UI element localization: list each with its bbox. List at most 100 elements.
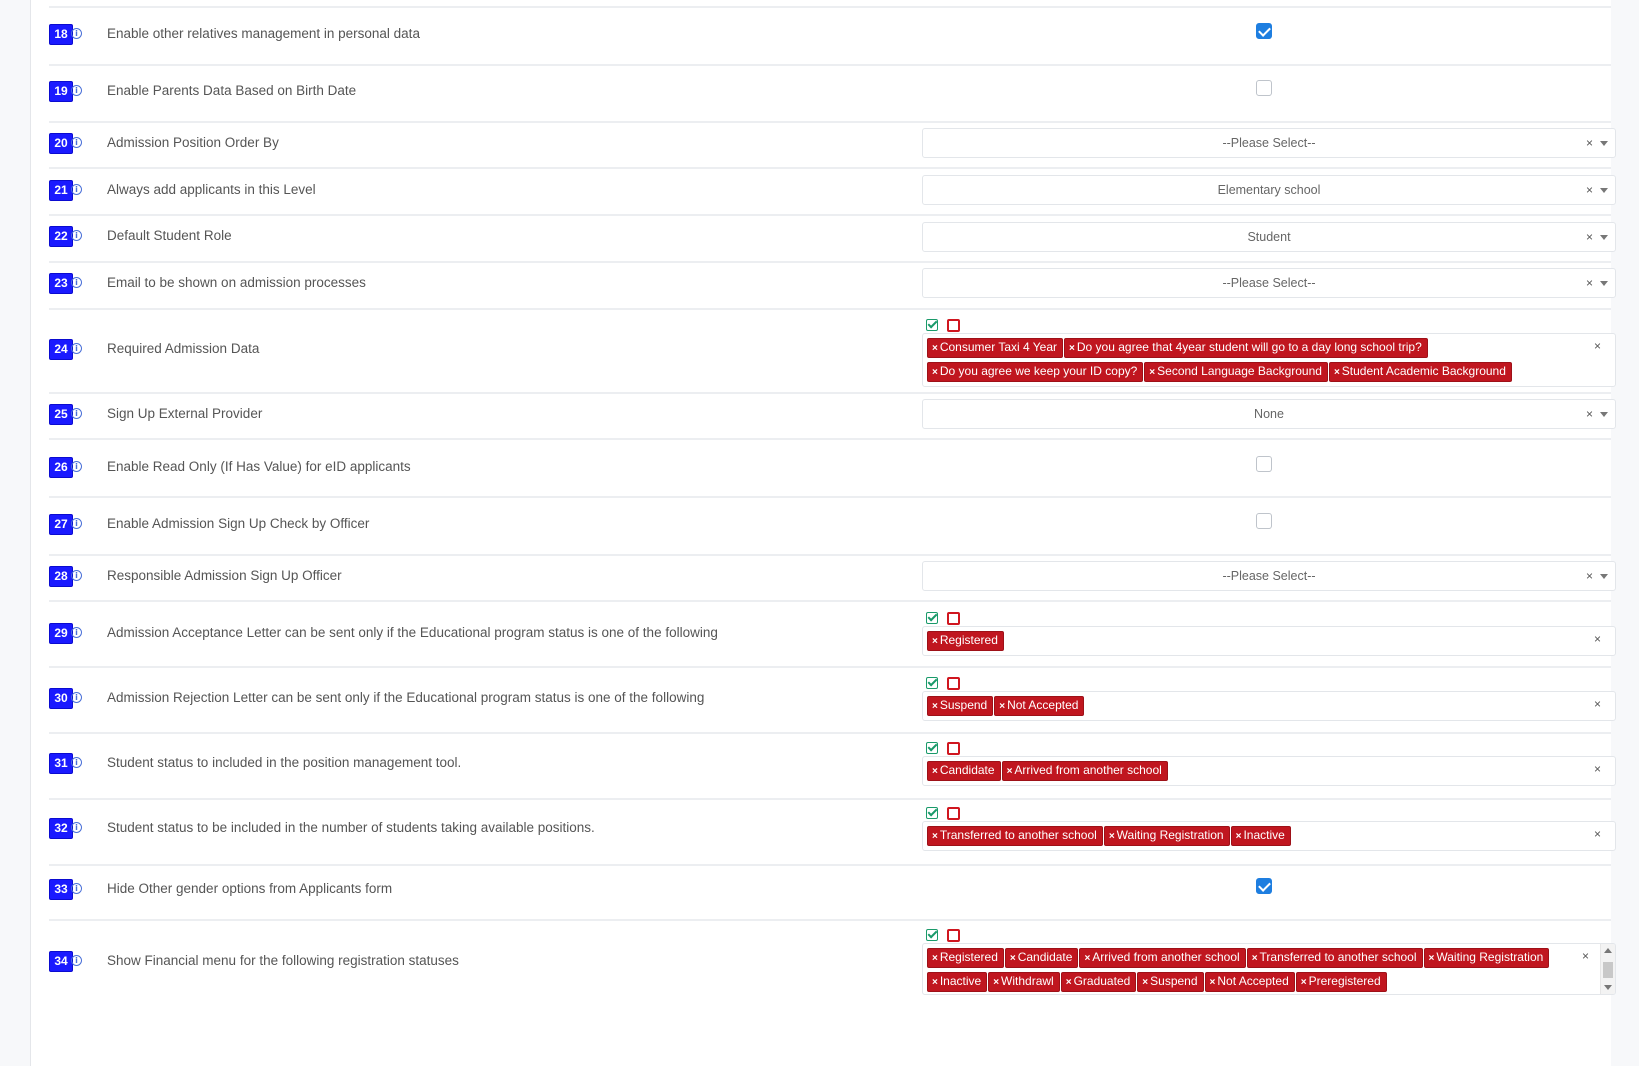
tag-chip[interactable]: × Not Accepted xyxy=(1204,972,1295,992)
remove-tag-icon[interactable]: × xyxy=(1069,343,1075,354)
clear-icon[interactable]: × xyxy=(1586,562,1593,590)
select-all-icon[interactable] xyxy=(926,677,938,689)
tag-chip[interactable]: × Suspend xyxy=(927,696,994,716)
chevron-down-icon[interactable] xyxy=(1600,188,1608,193)
remove-tag-icon[interactable]: × xyxy=(932,343,938,354)
setting-select[interactable]: None × xyxy=(922,399,1616,429)
setting-checkbox[interactable] xyxy=(1256,456,1272,472)
clear-icon[interactable]: × xyxy=(1594,339,1601,353)
tag-chip[interactable]: × Inactive xyxy=(927,972,988,992)
info-icon[interactable]: i xyxy=(71,137,82,148)
select-all-icon[interactable] xyxy=(926,929,938,941)
remove-tag-icon[interactable]: × xyxy=(1236,831,1242,842)
select-all-icon[interactable] xyxy=(926,807,938,819)
tag-chip[interactable]: × Preregistered xyxy=(1295,972,1387,992)
setting-checkbox[interactable] xyxy=(1256,80,1272,96)
tag-chip[interactable]: × Do you agree we keep your ID copy? xyxy=(927,362,1144,382)
scrollbar-thumb[interactable] xyxy=(1603,962,1613,978)
info-icon[interactable]: i xyxy=(71,570,82,581)
remove-tag-icon[interactable]: × xyxy=(932,701,938,712)
info-icon[interactable]: i xyxy=(71,518,82,529)
chevron-down-icon[interactable] xyxy=(1600,235,1608,240)
remove-tag-icon[interactable]: × xyxy=(1149,367,1155,378)
tag-chip[interactable]: × Not Accepted xyxy=(994,696,1085,716)
remove-tag-icon[interactable]: × xyxy=(1066,977,1072,988)
scrollbar[interactable] xyxy=(1600,944,1615,994)
info-icon[interactable]: i xyxy=(71,184,82,195)
remove-tag-icon[interactable]: × xyxy=(1109,831,1115,842)
setting-multiselect[interactable]: × Registered × xyxy=(922,626,1616,656)
setting-multiselect[interactable]: × Transferred to another school × Waiting R… xyxy=(922,821,1616,851)
info-icon[interactable]: i xyxy=(71,757,82,768)
info-icon[interactable]: i xyxy=(71,343,82,354)
clear-icon[interactable]: × xyxy=(1586,223,1593,251)
setting-checkbox[interactable] xyxy=(1256,513,1272,529)
remove-tag-icon[interactable]: × xyxy=(1252,953,1258,964)
info-icon[interactable]: i xyxy=(71,627,82,638)
info-icon[interactable]: i xyxy=(71,692,82,703)
chevron-down-icon[interactable] xyxy=(1600,281,1608,286)
deselect-all-icon[interactable] xyxy=(947,677,960,690)
scroll-up-icon[interactable] xyxy=(1604,948,1612,953)
chevron-down-icon[interactable] xyxy=(1600,141,1608,146)
select-all-icon[interactable] xyxy=(926,319,938,331)
setting-select[interactable]: Student × xyxy=(922,222,1616,252)
tag-chip[interactable]: × Second Language Background xyxy=(1144,362,1328,382)
setting-multiselect[interactable]: × Registered × Candidate × Arrived from anoth… xyxy=(922,943,1616,995)
tag-chip[interactable]: × Inactive xyxy=(1230,826,1291,846)
setting-select[interactable]: Elementary school × xyxy=(922,175,1616,205)
setting-checkbox[interactable] xyxy=(1256,878,1272,894)
setting-checkbox[interactable] xyxy=(1256,23,1272,39)
tag-chip[interactable]: × Candidate xyxy=(927,761,1001,781)
remove-tag-icon[interactable]: × xyxy=(1084,953,1090,964)
select-all-icon[interactable] xyxy=(926,612,938,624)
info-icon[interactable]: i xyxy=(71,277,82,288)
remove-tag-icon[interactable]: × xyxy=(932,953,938,964)
chevron-down-icon[interactable] xyxy=(1600,412,1608,417)
tag-chip[interactable]: × Suspend xyxy=(1137,972,1204,992)
remove-tag-icon[interactable]: × xyxy=(932,977,938,988)
remove-tag-icon[interactable]: × xyxy=(932,766,938,777)
info-icon[interactable]: i xyxy=(71,461,82,472)
clear-icon[interactable]: × xyxy=(1586,400,1593,428)
setting-select[interactable]: --Please Select-- × xyxy=(922,561,1616,591)
remove-tag-icon[interactable]: × xyxy=(1010,953,1016,964)
tag-chip[interactable]: × Student Academic Background xyxy=(1328,362,1512,382)
deselect-all-icon[interactable] xyxy=(947,807,960,820)
remove-tag-icon[interactable]: × xyxy=(1334,367,1340,378)
clear-icon[interactable]: × xyxy=(1594,762,1601,776)
tag-chip[interactable]: × Transferred to another school xyxy=(1246,948,1423,968)
deselect-all-icon[interactable] xyxy=(947,319,960,332)
info-icon[interactable]: i xyxy=(71,408,82,419)
setting-multiselect[interactable]: × Candidate × Arrived from another school × xyxy=(922,756,1616,786)
clear-icon[interactable]: × xyxy=(1586,129,1593,157)
deselect-all-icon[interactable] xyxy=(947,929,960,942)
tag-chip[interactable]: × Transferred to another school xyxy=(927,826,1103,846)
tag-chip[interactable]: × Registered xyxy=(927,948,1004,968)
clear-icon[interactable]: × xyxy=(1594,632,1601,646)
tag-chip[interactable]: × Arrived from another school xyxy=(1001,761,1168,781)
remove-tag-icon[interactable]: × xyxy=(932,636,938,647)
info-icon[interactable]: i xyxy=(71,883,82,894)
info-icon[interactable]: i xyxy=(71,822,82,833)
tag-chip[interactable]: × Consumer Taxi 4 Year xyxy=(927,338,1064,358)
tag-chip[interactable]: × Waiting Registration xyxy=(1103,826,1230,846)
deselect-all-icon[interactable] xyxy=(947,742,960,755)
clear-icon[interactable]: × xyxy=(1582,949,1589,963)
remove-tag-icon[interactable]: × xyxy=(1429,953,1435,964)
clear-icon[interactable]: × xyxy=(1594,697,1601,711)
info-icon[interactable]: i xyxy=(71,955,82,966)
tag-chip[interactable]: × Graduated xyxy=(1060,972,1137,992)
deselect-all-icon[interactable] xyxy=(947,612,960,625)
setting-select[interactable]: --Please Select-- × xyxy=(922,268,1616,298)
scroll-down-icon[interactable] xyxy=(1604,985,1612,990)
tag-chip[interactable]: × Arrived from another school xyxy=(1079,948,1246,968)
chevron-down-icon[interactable] xyxy=(1600,574,1608,579)
tag-chip[interactable]: × Candidate xyxy=(1004,948,1079,968)
tag-chip[interactable]: × Registered xyxy=(927,631,1004,651)
clear-icon[interactable]: × xyxy=(1594,827,1601,841)
tag-chip[interactable]: × Waiting Registration xyxy=(1423,948,1550,968)
select-all-icon[interactable] xyxy=(926,742,938,754)
remove-tag-icon[interactable]: × xyxy=(1210,977,1216,988)
info-icon[interactable]: i xyxy=(71,230,82,241)
